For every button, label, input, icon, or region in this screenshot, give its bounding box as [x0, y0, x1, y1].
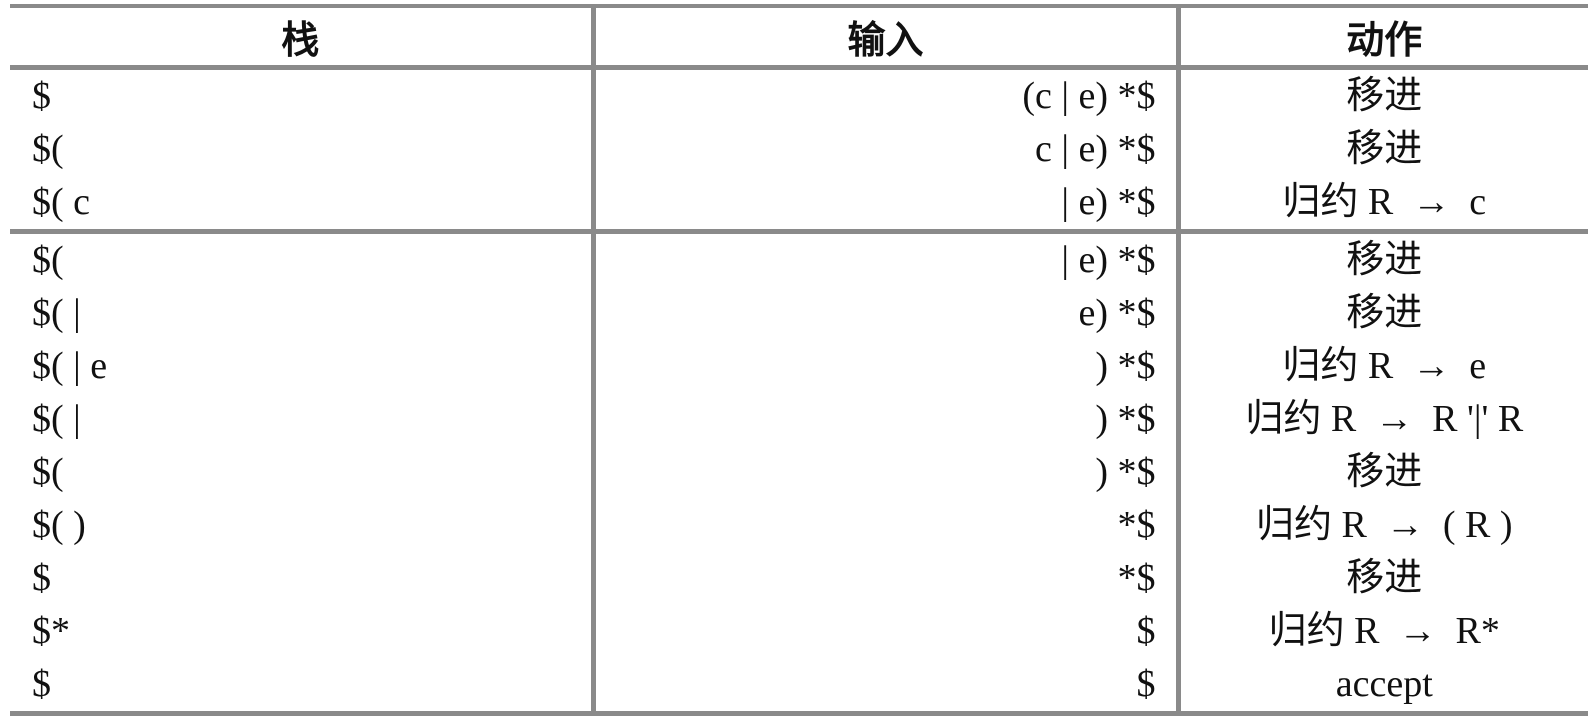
- table-row: $ (c | e) *$ 移进: [10, 67, 1588, 123]
- header-input: 输入: [593, 4, 1181, 70]
- table-row: $( | e ) *$ 归约 R → e: [10, 340, 1588, 393]
- action-cell: 归约 R → ( R ): [1255, 504, 1513, 546]
- table-row: $( ) *$ 移进: [10, 446, 1588, 499]
- action-cell: 归约 R → R '|' R: [1245, 398, 1524, 440]
- table-row: $( ) *$ 归约 R → ( R ): [10, 499, 1588, 552]
- input-cell: ) *$: [593, 393, 1181, 446]
- table-row: $ *$ 移进: [10, 552, 1588, 605]
- header-row: 栈 输入 动作: [10, 4, 1588, 70]
- table-row: $( | ) *$ 归约 R → R '|' R: [10, 393, 1588, 446]
- table-row: $( c | e) *$ 归约 R → c: [10, 176, 1588, 234]
- table-row: $ $ accept: [10, 658, 1588, 716]
- action-cell: 归约 R → c: [1178, 176, 1588, 234]
- header-stack: 栈: [10, 4, 596, 70]
- table-header: 栈 输入 动作: [10, 4, 1588, 70]
- stack-cell: $( ): [10, 499, 596, 552]
- input-cell: $: [593, 658, 1181, 716]
- input-cell: $: [593, 605, 1181, 658]
- stack-cell: $: [10, 658, 596, 716]
- stack-cell: $( c: [10, 176, 596, 234]
- action-cell: 移进: [1346, 557, 1423, 599]
- input-cell: (c | e) *$: [593, 67, 1181, 123]
- input-cell: | e) *$: [593, 231, 1181, 287]
- input-cell: *$: [593, 499, 1181, 552]
- action-cell: 移进: [1346, 75, 1423, 117]
- stack-cell: $(: [10, 231, 596, 287]
- input-cell: | e) *$: [593, 176, 1181, 234]
- table-row: $( | e) *$ 移进: [10, 231, 1588, 287]
- action-cell: accept: [1178, 658, 1588, 716]
- input-cell: e) *$: [593, 287, 1181, 340]
- action-cell: 移进: [1346, 128, 1423, 170]
- action-cell: 归约 R → e: [1282, 345, 1487, 387]
- action-cell: 移进: [1346, 451, 1423, 493]
- header-action: 动作: [1178, 4, 1588, 70]
- action-cell: 归约 R → R*: [1268, 610, 1500, 652]
- input-cell: ) *$: [593, 340, 1181, 393]
- stack-cell: $(: [10, 446, 596, 499]
- stack-cell: $: [10, 67, 596, 123]
- stack-cell: $(: [10, 123, 596, 176]
- stack-cell: $( |: [10, 287, 596, 340]
- action-cell: 移进: [1346, 239, 1423, 281]
- action-cell: 移进: [1346, 292, 1423, 334]
- table-row: $( | e) *$ 移进: [10, 287, 1588, 340]
- stack-cell: $( | e: [10, 340, 596, 393]
- stack-cell: $: [10, 552, 596, 605]
- shift-reduce-trace-table: 栈 输入 动作 $ (c | e) *$ 移进 $( c | e) *$ 移进 …: [10, 4, 1588, 716]
- stack-cell: $*: [10, 605, 596, 658]
- table-body: $ (c | e) *$ 移进 $( c | e) *$ 移进 $( c | e…: [10, 67, 1588, 716]
- input-cell: ) *$: [593, 446, 1181, 499]
- stack-cell: $( |: [10, 393, 596, 446]
- table-row: $* $ 归约 R → R*: [10, 605, 1588, 658]
- input-cell: *$: [593, 552, 1181, 605]
- table-row: $( c | e) *$ 移进: [10, 123, 1588, 176]
- input-cell: c | e) *$: [593, 123, 1181, 176]
